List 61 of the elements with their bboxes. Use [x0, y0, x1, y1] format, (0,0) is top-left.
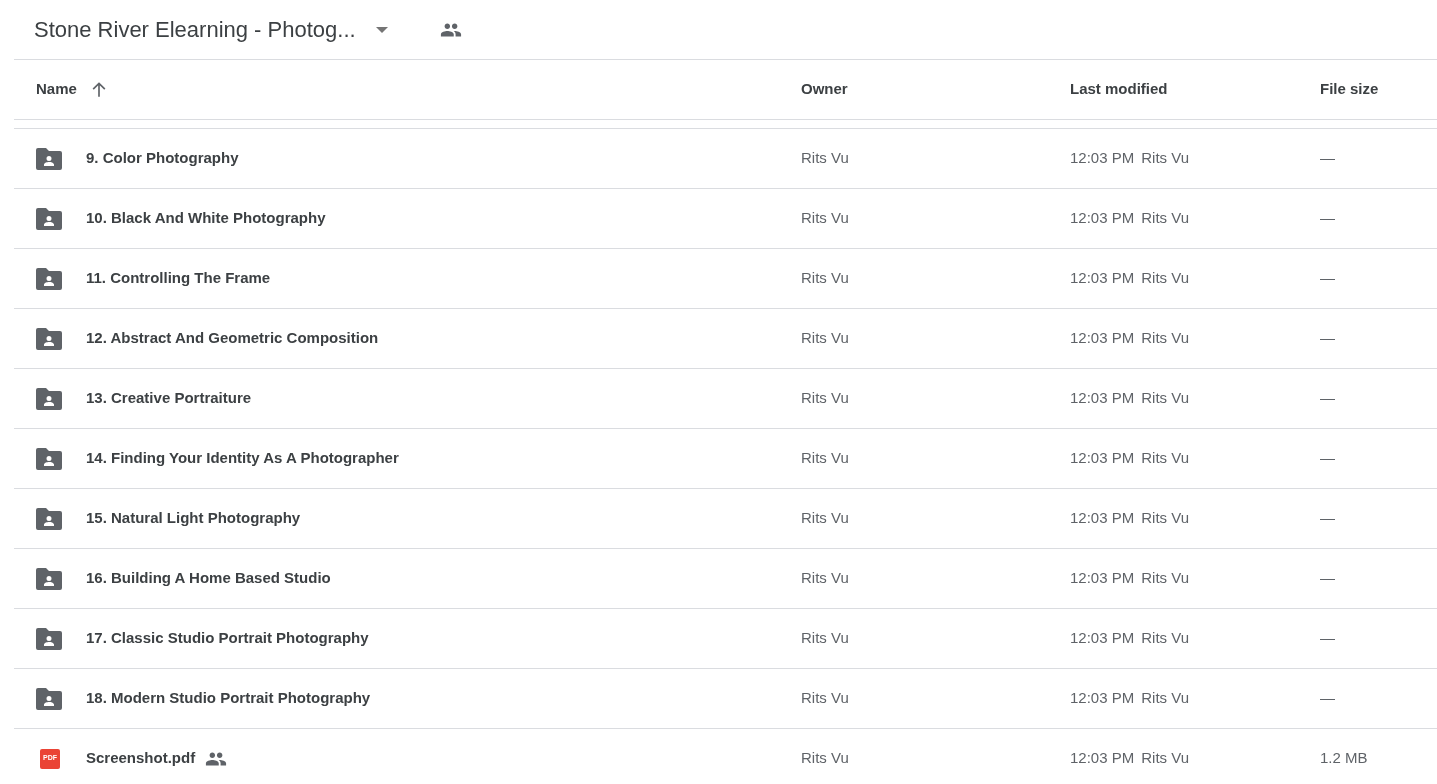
modified-time: 12:03 PM: [1070, 448, 1135, 469]
owner-name: Rits Vu: [801, 269, 849, 287]
modified-by: Rits Vu: [1141, 388, 1189, 409]
file-size: —: [1320, 329, 1335, 347]
modified-time: 12:03 PM: [1070, 328, 1135, 349]
dropdown-caret-icon: [375, 26, 388, 33]
file-size: —: [1320, 149, 1335, 167]
file-size: —: [1320, 269, 1335, 287]
modified-by: Rits Vu: [1141, 688, 1189, 709]
column-header[interactable]: Last modified: [1070, 78, 1168, 101]
folder-title-button[interactable]: Stone River Elearning - Photog...: [34, 13, 388, 46]
file-size: 1.2 MB: [1320, 749, 1368, 767]
owner-name: Rits Vu: [801, 389, 849, 407]
modified-by: Rits Vu: [1141, 268, 1189, 289]
owner-name: Rits Vu: [801, 449, 849, 467]
owner-name: Rits Vu: [801, 569, 849, 587]
file-size: —: [1320, 689, 1335, 707]
owner-name: Rits Vu: [801, 689, 849, 707]
file-name[interactable]: 16. Building A Home Based Studio: [86, 567, 331, 590]
modified-time: 12:03 PM: [1070, 748, 1135, 769]
modified-time: 12:03 PM: [1070, 388, 1135, 409]
file-name[interactable]: 12. Abstract And Geometric Composition: [86, 327, 379, 350]
modified-time: 12:03 PM: [1070, 268, 1135, 289]
file-size: —: [1320, 509, 1335, 527]
modified-by: Rits Vu: [1141, 568, 1189, 589]
file-size: —: [1320, 449, 1335, 467]
file-size: —: [1320, 629, 1335, 647]
file-name[interactable]: 11. Controlling The Frame: [86, 267, 271, 290]
modified-by: Rits Vu: [1141, 148, 1189, 169]
column-header[interactable]: Owner: [801, 78, 848, 101]
modified-time: 12:03 PM: [1070, 148, 1135, 169]
file-name[interactable]: 13. Creative Portraiture: [86, 387, 252, 410]
modified-time: 12:03 PM: [1070, 208, 1135, 229]
modified-time: 12:03 PM: [1070, 688, 1135, 709]
file-name[interactable]: 10. Black And White Photography: [86, 207, 326, 230]
file-name[interactable]: 9. Color Photography: [86, 147, 239, 170]
owner-name: Rits Vu: [801, 509, 849, 527]
file-name[interactable]: 15. Natural Light Photography: [86, 507, 301, 530]
file-name[interactable]: 14. Finding Your Identity As A Photographer: [86, 447, 399, 470]
owner-name: Rits Vu: [801, 209, 849, 227]
file-size: —: [1320, 389, 1335, 407]
column-header[interactable]: File size: [1320, 78, 1379, 101]
file-name[interactable]: 18. Modern Studio Portrait Photography: [86, 687, 371, 710]
file-size: —: [1320, 569, 1335, 587]
modified-by: Rits Vu: [1141, 748, 1189, 769]
file-size: —: [1320, 209, 1335, 227]
modified-time: 12:03 PM: [1070, 508, 1135, 529]
column-header[interactable]: Name: [36, 78, 77, 101]
modified-by: Rits Vu: [1141, 448, 1189, 469]
owner-name: Rits Vu: [801, 329, 849, 347]
owner-name: Rits Vu: [801, 629, 849, 647]
file-name[interactable]: 17. Classic Studio Portrait Photography: [86, 627, 369, 650]
modified-time: 12:03 PM: [1070, 568, 1135, 589]
modified-by: Rits Vu: [1141, 208, 1189, 229]
modified-by: Rits Vu: [1141, 508, 1189, 529]
owner-name: Rits Vu: [801, 749, 849, 767]
modified-by: Rits Vu: [1141, 328, 1189, 349]
file-name[interactable]: Screenshot.pdf: [86, 747, 196, 770]
owner-name: Rits Vu: [801, 149, 849, 167]
modified-time: 12:03 PM: [1070, 628, 1135, 649]
modified-by: Rits Vu: [1141, 628, 1189, 649]
